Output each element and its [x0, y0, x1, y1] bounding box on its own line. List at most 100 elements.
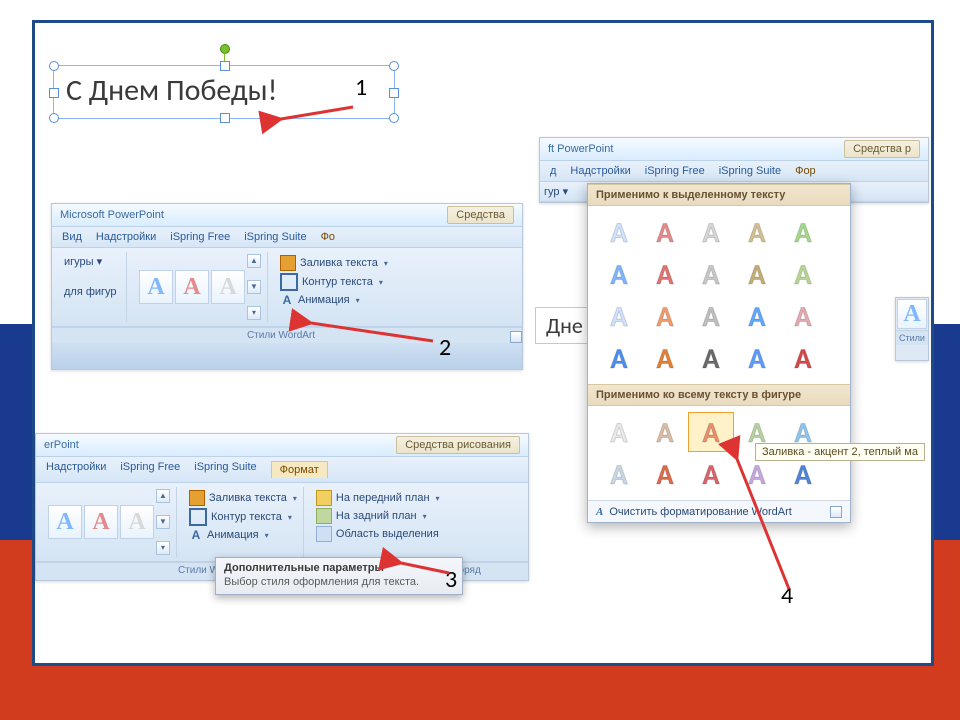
wordart-style-cell[interactable]: A — [596, 454, 642, 494]
styles-cut[interactable]: для фигур — [64, 285, 120, 299]
wordart-style-cell[interactable]: A — [734, 212, 780, 252]
group-text-effects: Заливка текста Контур текста AАнимация — [183, 487, 304, 557]
panel-3-tabs: Надстройки iSpring Free iSpring Suite Фо… — [36, 457, 528, 483]
wordart-style-cell[interactable]: A — [642, 296, 688, 336]
wordart-gallery[interactable]: Применимо к выделенному тексту AAAAAAAAA… — [587, 183, 851, 523]
wordart-style-cell[interactable]: A — [780, 296, 826, 336]
wordart-style-cell[interactable]: A — [642, 454, 688, 494]
group-wordart-styles: A A A ▲▼▾ — [133, 252, 268, 322]
animation-button[interactable]: AАнимация — [280, 292, 388, 308]
dialog-launcher[interactable] — [510, 331, 522, 343]
wordart-style-cell[interactable]: A — [642, 412, 688, 452]
tab-ispring-free[interactable]: iSpring Free — [120, 461, 180, 478]
resize-handle[interactable] — [49, 61, 59, 71]
rotate-handle[interactable] — [220, 44, 230, 54]
tab-format[interactable]: Фо — [321, 231, 335, 243]
app-title: erPoint — [44, 439, 79, 451]
tab-view[interactable]: Вид — [62, 231, 82, 243]
text-fill-button[interactable]: Заливка текста — [280, 254, 388, 272]
panel-2-titlebar: Microsoft PowerPoint Средства — [52, 204, 522, 227]
wordart-quick-gallery[interactable]: A A A — [139, 270, 245, 304]
group-label-wordart: Стили WordArt — [52, 327, 522, 343]
text-outline-button[interactable]: Контур текста — [280, 272, 388, 292]
wordart-style-cell[interactable]: A — [734, 296, 780, 336]
wordart-quick-gallery[interactable]: A A A — [48, 505, 154, 539]
resize-handle[interactable] — [389, 88, 399, 98]
tab-ispring-suite[interactable]: iSpring Suite — [194, 461, 256, 478]
text-fill-button[interactable]: Заливка текста — [189, 489, 297, 507]
tab-view-cut[interactable]: д — [550, 165, 556, 177]
tab-format-cut[interactable]: Фор — [795, 165, 816, 177]
gallery-section-2: Применимо ко всему тексту в фигуре — [588, 384, 850, 406]
selection-pane-button[interactable]: Область выделения — [316, 525, 440, 543]
gallery-spinner[interactable]: ▲▼▾ — [156, 489, 170, 555]
text-fill-icon — [280, 255, 296, 271]
resize-handle[interactable] — [389, 61, 399, 71]
side-group-label: Стили — [896, 330, 928, 345]
shapes-cut[interactable]: гур ▾ — [544, 184, 578, 199]
context-tab: Средства р — [844, 140, 920, 158]
group-cut-left: игуры ▾ для фигур — [58, 252, 127, 322]
resize-handle[interactable] — [49, 88, 59, 98]
resize-handle[interactable] — [389, 113, 399, 123]
wordart-style-cell[interactable]: A — [688, 338, 734, 378]
panel-2-tabs: Вид Надстройки iSpring Free iSpring Suit… — [52, 227, 522, 248]
wordart-style-cell[interactable]: A — [780, 254, 826, 294]
wordart-style-cell[interactable]: A — [596, 412, 642, 452]
tab-addins[interactable]: Надстройки — [46, 461, 106, 478]
app-title: ft PowerPoint — [548, 143, 613, 155]
tab-ispring-free[interactable]: iSpring Free — [170, 231, 230, 243]
footer-launcher[interactable] — [830, 506, 842, 518]
selection-icon — [316, 526, 332, 542]
wordart-style-cell[interactable]: A — [642, 254, 688, 294]
bring-front-button[interactable]: На передний план — [316, 489, 440, 507]
arrow-4 — [729, 453, 799, 596]
tab-ispring-suite[interactable]: iSpring Suite — [719, 165, 781, 177]
wordart-style-cell[interactable]: A — [596, 296, 642, 336]
wordart-style-cell[interactable]: A — [688, 412, 734, 452]
annotation-1: 1 — [355, 73, 367, 102]
panel-2-body: игуры ▾ для фигур A A A ▲▼▾ Заливка текс… — [52, 248, 522, 327]
panel-4-titlebar: ft PowerPoint Средства р — [540, 138, 928, 161]
context-tab: Средства рисования — [396, 436, 520, 454]
animation-icon: A — [189, 528, 203, 542]
wordart-style-cell[interactable]: A — [642, 212, 688, 252]
panel-4-side-ribbon: A Стили — [895, 297, 929, 361]
wordart-style-cell[interactable]: A — [642, 338, 688, 378]
group-arrange: На передний план На задний план Область … — [310, 487, 446, 557]
gallery-spinner[interactable]: ▲▼▾ — [247, 254, 261, 320]
text-outline-button[interactable]: Контур текста — [189, 507, 297, 527]
send-back-button[interactable]: На задний план — [316, 507, 440, 525]
gallery-grid-1: AAAAAAAAAAAAAAAAAAAA — [588, 206, 850, 384]
wordart-style-cell[interactable]: A — [734, 338, 780, 378]
clear-format-icon: A — [596, 506, 603, 518]
gallery-footer: A Очистить форматирование WordArt — [588, 500, 850, 522]
text-outline-icon — [280, 273, 298, 291]
wordart-style-cell[interactable]: A — [734, 254, 780, 294]
tab-ispring-suite[interactable]: iSpring Suite — [244, 231, 306, 243]
panel-4-tabs: д Надстройки iSpring Free iSpring Suite … — [540, 161, 928, 182]
resize-handle[interactable] — [220, 61, 230, 71]
wordart-style-cell[interactable]: A — [780, 212, 826, 252]
tab-ispring-free[interactable]: iSpring Free — [645, 165, 705, 177]
resize-handle[interactable] — [220, 113, 230, 123]
shapes-cut[interactable]: игуры ▾ — [64, 254, 120, 269]
annotation-2: 2 — [439, 333, 451, 362]
wordart-style-cell[interactable]: A — [688, 212, 734, 252]
slide-frame: С Днем Победы! 1 Microsoft PowerPoint Ср… — [32, 20, 934, 666]
wordart-style-cell[interactable]: A — [688, 296, 734, 336]
wordart-style-cell[interactable]: A — [596, 338, 642, 378]
slide-peek-text: Дне — [535, 307, 594, 344]
wordart-style-cell[interactable]: A — [688, 454, 734, 494]
tab-format[interactable]: Формат — [271, 461, 328, 478]
tab-addins[interactable]: Надстройки — [570, 165, 630, 177]
group-wordart-styles: A A A ▲▼▾ — [42, 487, 177, 557]
wordart-style-cell[interactable]: A — [688, 254, 734, 294]
tab-addins[interactable]: Надстройки — [96, 231, 156, 243]
wordart-style-cell[interactable]: A — [780, 338, 826, 378]
wordart-style-cell[interactable]: A — [596, 254, 642, 294]
resize-handle[interactable] — [49, 113, 59, 123]
animation-button[interactable]: AАнимация — [189, 527, 297, 543]
wordart-style-cell[interactable]: A — [596, 212, 642, 252]
bring-front-icon — [316, 490, 332, 506]
